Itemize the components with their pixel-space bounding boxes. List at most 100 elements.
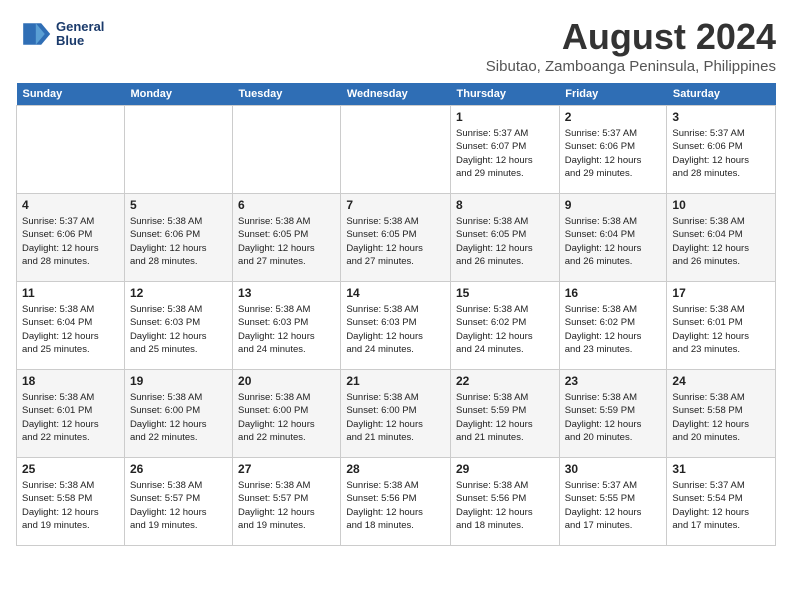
- day-of-week-header: Monday: [124, 83, 232, 106]
- day-info: Sunrise: 5:38 AM Sunset: 6:02 PM Dayligh…: [565, 303, 662, 356]
- day-number: 24: [672, 374, 770, 388]
- day-number: 8: [456, 198, 554, 212]
- calendar-cell: 4Sunrise: 5:37 AM Sunset: 6:06 PM Daylig…: [17, 194, 125, 282]
- day-number: 11: [22, 286, 119, 300]
- day-info: Sunrise: 5:38 AM Sunset: 5:58 PM Dayligh…: [22, 479, 119, 532]
- calendar-cell: [17, 106, 125, 194]
- day-number: 16: [565, 286, 662, 300]
- calendar-cell: 28Sunrise: 5:38 AM Sunset: 5:56 PM Dayli…: [341, 458, 451, 546]
- day-info: Sunrise: 5:38 AM Sunset: 5:58 PM Dayligh…: [672, 391, 770, 444]
- day-number: 29: [456, 462, 554, 476]
- calendar-week-row: 18 Sunrise: 5:38 AM Sunset: 6:01 PM Dayli…: [17, 370, 776, 458]
- day-of-week-header: Saturday: [667, 83, 776, 106]
- calendar-cell: 12 Sunrise: 5:38 AM Sunset: 6:03 PM Dayli…: [124, 282, 232, 370]
- day-number: 3: [672, 110, 770, 124]
- subtitle: Sibutao, Zamboanga Peninsula, Philippine…: [486, 58, 776, 75]
- day-number: 26: [130, 462, 227, 476]
- day-number: 17: [672, 286, 770, 300]
- calendar-cell: 15Sunrise: 5:38 AM Sunset: 6:02 PM Dayli…: [451, 282, 560, 370]
- calendar-cell: 17 Sunrise: 5:38 AM Sunset: 6:01 PM Dayli…: [667, 282, 776, 370]
- day-number: 12: [130, 286, 227, 300]
- calendar-cell: 19Sunrise: 5:38 AM Sunset: 6:00 PM Dayli…: [124, 370, 232, 458]
- calendar-cell: 3 Sunrise: 5:37 AM Sunset: 6:06 PM Daylig…: [667, 106, 776, 194]
- day-info: Sunrise: 5:38 AM Sunset: 5:57 PM Dayligh…: [238, 479, 335, 532]
- day-info: Sunrise: 5:38 AM Sunset: 5:59 PM Dayligh…: [456, 391, 554, 444]
- calendar-cell: 31 Sunrise: 5:37 AM Sunset: 5:54 PM Dayli…: [667, 458, 776, 546]
- calendar-cell: 30Sunrise: 5:37 AM Sunset: 5:55 PM Dayli…: [559, 458, 667, 546]
- day-info: Sunrise: 5:38 AM Sunset: 6:05 PM Dayligh…: [456, 215, 554, 268]
- day-of-week-header: Friday: [559, 83, 667, 106]
- day-number: 18: [22, 374, 119, 388]
- calendar-cell: 1Sunrise: 5:37 AM Sunset: 6:07 PM Daylig…: [451, 106, 560, 194]
- day-info: Sunrise: 5:38 AM Sunset: 6:03 PM Dayligh…: [130, 303, 227, 356]
- calendar-week-row: 4Sunrise: 5:37 AM Sunset: 6:06 PM Daylig…: [17, 194, 776, 282]
- calendar-cell: 10 Sunrise: 5:38 AM Sunset: 6:04 PM Dayli…: [667, 194, 776, 282]
- day-number: 20: [238, 374, 335, 388]
- calendar-cell: 7 Sunrise: 5:38 AM Sunset: 6:05 PM Daylig…: [341, 194, 451, 282]
- day-of-week-header: Thursday: [451, 83, 560, 106]
- calendar-cell: [233, 106, 341, 194]
- day-info: Sunrise: 5:38 AM Sunset: 6:04 PM Dayligh…: [565, 215, 662, 268]
- logo-icon: [16, 16, 52, 52]
- logo-line1: General: [56, 20, 104, 34]
- day-info: Sunrise: 5:38 AM Sunset: 5:56 PM Dayligh…: [456, 479, 554, 532]
- calendar-cell: 2 Sunrise: 5:37 AM Sunset: 6:06 PM Daylig…: [559, 106, 667, 194]
- day-number: 2: [565, 110, 662, 124]
- day-info: Sunrise: 5:38 AM Sunset: 6:01 PM Dayligh…: [672, 303, 770, 356]
- day-info: Sunrise: 5:38 AM Sunset: 5:59 PM Dayligh…: [565, 391, 662, 444]
- calendar-cell: 29 Sunrise: 5:38 AM Sunset: 5:56 PM Dayli…: [451, 458, 560, 546]
- day-number: 19: [130, 374, 227, 388]
- day-info: Sunrise: 5:38 AM Sunset: 6:02 PM Dayligh…: [456, 303, 554, 356]
- day-number: 31: [672, 462, 770, 476]
- calendar-table: SundayMondayTuesdayWednesdayThursdayFrid…: [16, 83, 776, 546]
- day-info: Sunrise: 5:37 AM Sunset: 5:54 PM Dayligh…: [672, 479, 770, 532]
- day-number: 21: [346, 374, 445, 388]
- day-info: Sunrise: 5:37 AM Sunset: 6:06 PM Dayligh…: [565, 127, 662, 180]
- day-info: Sunrise: 5:38 AM Sunset: 6:00 PM Dayligh…: [346, 391, 445, 444]
- calendar-week-row: 25 Sunrise: 5:38 AM Sunset: 5:58 PM Dayli…: [17, 458, 776, 546]
- day-number: 30: [565, 462, 662, 476]
- logo-line2: Blue: [56, 34, 104, 48]
- day-number: 10: [672, 198, 770, 212]
- calendar-cell: 26 Sunrise: 5:38 AM Sunset: 5:57 PM Dayli…: [124, 458, 232, 546]
- day-number: 6: [238, 198, 335, 212]
- calendar-cell: [124, 106, 232, 194]
- day-number: 13: [238, 286, 335, 300]
- day-number: 23: [565, 374, 662, 388]
- calendar-cell: 27Sunrise: 5:38 AM Sunset: 5:57 PM Dayli…: [233, 458, 341, 546]
- day-info: Sunrise: 5:38 AM Sunset: 6:06 PM Dayligh…: [130, 215, 227, 268]
- day-info: Sunrise: 5:38 AM Sunset: 6:01 PM Dayligh…: [22, 391, 119, 444]
- main-title: August 2024: [486, 16, 776, 58]
- day-info: Sunrise: 5:38 AM Sunset: 6:03 PM Dayligh…: [346, 303, 445, 356]
- calendar-cell: 24 Sunrise: 5:38 AM Sunset: 5:58 PM Dayli…: [667, 370, 776, 458]
- calendar-cell: 23 Sunrise: 5:38 AM Sunset: 5:59 PM Dayli…: [559, 370, 667, 458]
- day-info: Sunrise: 5:38 AM Sunset: 6:04 PM Dayligh…: [672, 215, 770, 268]
- day-info: Sunrise: 5:38 AM Sunset: 5:56 PM Dayligh…: [346, 479, 445, 532]
- day-info: Sunrise: 5:38 AM Sunset: 6:00 PM Dayligh…: [238, 391, 335, 444]
- calendar-header: SundayMondayTuesdayWednesdayThursdayFrid…: [17, 83, 776, 106]
- day-info: Sunrise: 5:38 AM Sunset: 5:57 PM Dayligh…: [130, 479, 227, 532]
- day-of-week-header: Sunday: [17, 83, 125, 106]
- page-header: General Blue August 2024 Sibutao, Zamboa…: [16, 16, 776, 75]
- calendar-body: 1Sunrise: 5:37 AM Sunset: 6:07 PM Daylig…: [17, 106, 776, 546]
- day-number: 9: [565, 198, 662, 212]
- logo: General Blue: [16, 16, 104, 52]
- day-info: Sunrise: 5:37 AM Sunset: 6:06 PM Dayligh…: [22, 215, 119, 268]
- day-number: 7: [346, 198, 445, 212]
- day-info: Sunrise: 5:37 AM Sunset: 6:06 PM Dayligh…: [672, 127, 770, 180]
- calendar-cell: 25 Sunrise: 5:38 AM Sunset: 5:58 PM Dayli…: [17, 458, 125, 546]
- calendar-cell: 8 Sunrise: 5:38 AM Sunset: 6:05 PM Daylig…: [451, 194, 560, 282]
- day-info: Sunrise: 5:38 AM Sunset: 6:05 PM Dayligh…: [346, 215, 445, 268]
- calendar-week-row: 1Sunrise: 5:37 AM Sunset: 6:07 PM Daylig…: [17, 106, 776, 194]
- calendar-cell: [341, 106, 451, 194]
- calendar-cell: 20 Sunrise: 5:38 AM Sunset: 6:00 PM Dayli…: [233, 370, 341, 458]
- calendar-cell: 18 Sunrise: 5:38 AM Sunset: 6:01 PM Dayli…: [17, 370, 125, 458]
- day-number: 25: [22, 462, 119, 476]
- calendar-week-row: 11 Sunrise: 5:38 AM Sunset: 6:04 PM Dayli…: [17, 282, 776, 370]
- calendar-cell: 5 Sunrise: 5:38 AM Sunset: 6:06 PM Daylig…: [124, 194, 232, 282]
- day-number: 5: [130, 198, 227, 212]
- day-info: Sunrise: 5:38 AM Sunset: 6:03 PM Dayligh…: [238, 303, 335, 356]
- day-info: Sunrise: 5:38 AM Sunset: 6:04 PM Dayligh…: [22, 303, 119, 356]
- day-number: 14: [346, 286, 445, 300]
- calendar-cell: 21 Sunrise: 5:38 AM Sunset: 6:00 PM Dayli…: [341, 370, 451, 458]
